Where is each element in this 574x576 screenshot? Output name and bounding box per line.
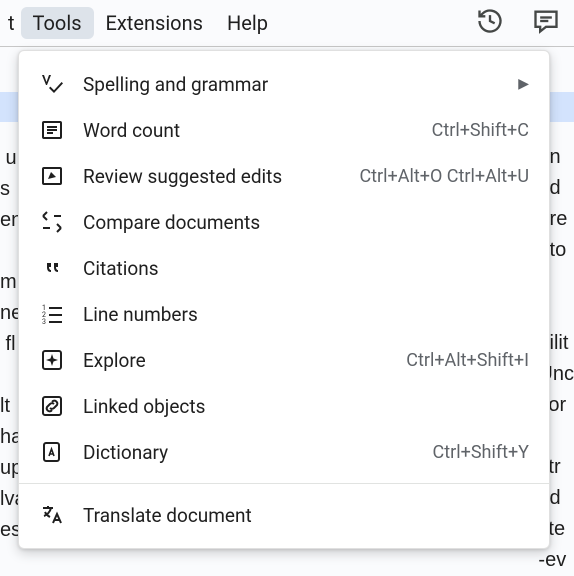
dictionary-icon: [39, 439, 65, 465]
menuitem-review-suggested-edits[interactable]: Review suggested edits Ctrl+Alt+O Ctrl+A…: [19, 153, 549, 199]
menuitem-shortcut: Ctrl+Shift+Y: [433, 442, 529, 463]
translate-icon: [39, 502, 65, 528]
citations-icon: [39, 255, 65, 281]
menuitem-translate-document[interactable]: Translate document: [19, 492, 549, 538]
menu-tools[interactable]: Tools: [21, 7, 94, 39]
menuitem-shortcut: Ctrl+Alt+Shift+I: [406, 350, 529, 371]
menuitem-label: Word count: [83, 119, 180, 142]
menuitem-compare-documents[interactable]: Compare documents: [19, 199, 549, 245]
history-icon[interactable]: [476, 7, 504, 40]
menuitem-shortcut: Ctrl+Shift+C: [432, 120, 529, 141]
dropdown-separator: [19, 483, 549, 484]
menuitem-label: Explore: [83, 349, 146, 372]
menuitem-label: Spelling and grammar: [83, 73, 268, 96]
comment-icon[interactable]: [532, 7, 560, 40]
menuitem-label: Line numbers: [83, 303, 198, 326]
menuitem-dictionary[interactable]: Dictionary Ctrl+Shift+Y: [19, 429, 549, 475]
menuitem-label: Linked objects: [83, 395, 205, 418]
menuitem-label: Dictionary: [83, 441, 168, 464]
svg-text:3: 3: [42, 318, 46, 326]
compare-icon: [39, 209, 65, 235]
submenu-arrow-icon: ▶: [518, 76, 529, 92]
menuitem-shortcut: Ctrl+Alt+O Ctrl+Alt+U: [359, 166, 529, 187]
explore-icon: [39, 347, 65, 373]
menubar-divider: [0, 46, 574, 47]
menuitem-explore[interactable]: Explore Ctrl+Alt+Shift+I: [19, 337, 549, 383]
menuitem-word-count[interactable]: Word count Ctrl+Shift+C: [19, 107, 549, 153]
review-edits-icon: [39, 163, 65, 189]
linked-objects-icon: [39, 393, 65, 419]
menuitem-citations[interactable]: Citations: [19, 245, 549, 291]
menuitem-linked-objects[interactable]: Linked objects: [19, 383, 549, 429]
menuitem-spelling-grammar[interactable]: Spelling and grammar ▶: [19, 61, 549, 107]
menuitem-label: Review suggested edits: [83, 165, 282, 188]
menuitem-label: Compare documents: [83, 211, 260, 234]
menuitem-line-numbers[interactable]: 123 Line numbers: [19, 291, 549, 337]
menu-extensions[interactable]: Extensions: [94, 7, 215, 39]
menu-help[interactable]: Help: [215, 7, 280, 39]
toolbar-right-icons: [476, 7, 566, 40]
menubar-preceding-fragment: t: [8, 7, 21, 39]
doc-left-fragments: u s en m ne fl lt ha up lva es: [0, 112, 18, 546]
menuitem-label: Translate document: [83, 504, 252, 527]
line-numbers-icon: 123: [39, 301, 65, 327]
word-count-icon: [39, 117, 65, 143]
tools-dropdown: Spelling and grammar ▶ Word count Ctrl+S…: [18, 50, 550, 549]
spellcheck-icon: [39, 71, 65, 97]
menuitem-label: Citations: [83, 257, 159, 280]
menubar: t Tools Extensions Help: [0, 0, 574, 46]
